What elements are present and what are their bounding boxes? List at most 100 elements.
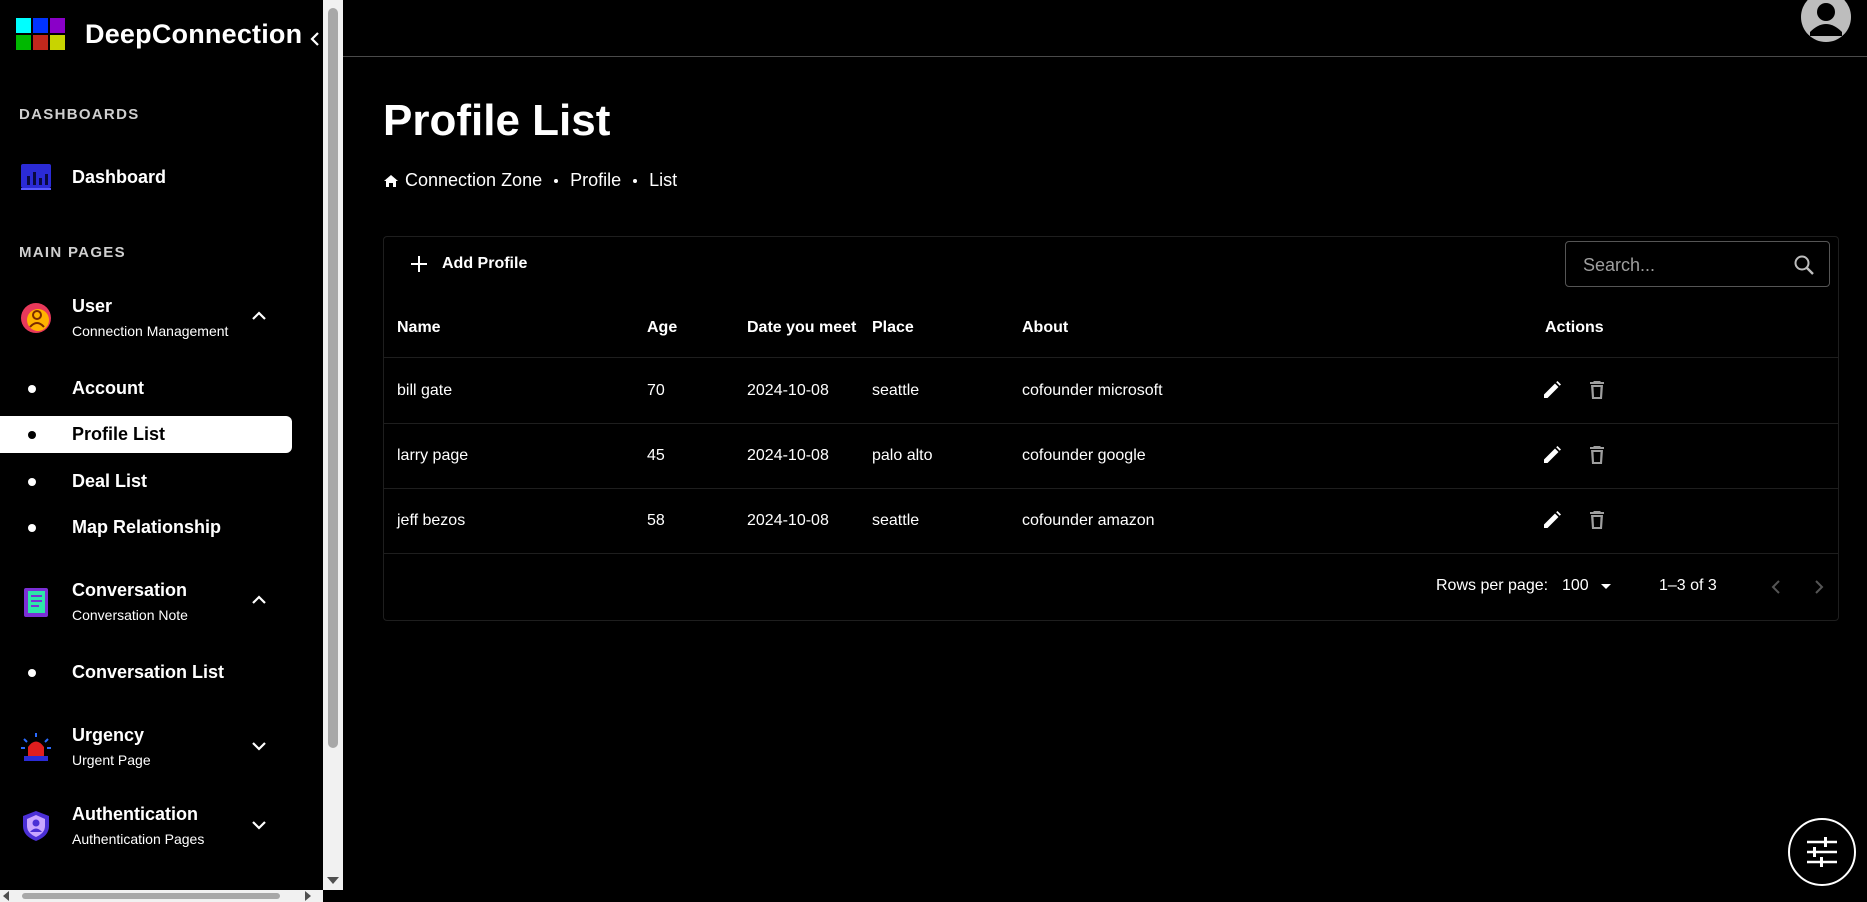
column-header-date[interactable]: Date you meet: [747, 299, 856, 357]
cell-place: palo alto: [872, 446, 933, 464]
edit-icon[interactable]: [1540, 378, 1564, 402]
sidebar-group-title: Urgency: [72, 725, 145, 745]
bullet-icon: [28, 384, 36, 393]
caret-down-icon: [1600, 584, 1611, 589]
chevron-up-icon[interactable]: [250, 591, 268, 609]
cell-about: cofounder amazon: [1022, 511, 1155, 529]
notebook-icon: [24, 587, 48, 617]
column-header-place[interactable]: Place: [872, 299, 914, 357]
plus-icon: [411, 256, 427, 272]
cell-age: 70: [647, 381, 665, 399]
sidebar-group-authentication[interactable]: Authentication Authentication Pages: [19, 804, 204, 847]
chevron-up-icon[interactable]: [250, 307, 268, 325]
scroll-right-arrow-icon[interactable]: [305, 891, 311, 901]
top-bar: [343, 0, 1867, 57]
breadcrumb-separator: [554, 178, 559, 183]
edit-icon[interactable]: [1540, 508, 1564, 532]
bullet-icon: [28, 430, 36, 439]
logo-icon: [16, 18, 65, 50]
sidebar-group-urgency[interactable]: Urgency Urgent Page: [19, 725, 151, 768]
delete-icon[interactable]: [1585, 508, 1609, 532]
search-field[interactable]: [1565, 241, 1830, 287]
add-profile-button[interactable]: Add Profile: [410, 255, 527, 273]
cell-age: 58: [647, 511, 665, 529]
breadcrumb-item[interactable]: Connection Zone: [405, 170, 542, 191]
sidebar-vertical-scrollbar[interactable]: [323, 0, 343, 890]
sidebar-item-conversation-list[interactable]: Conversation List: [0, 654, 292, 691]
sidebar-group-title: User: [72, 296, 113, 316]
pagination-range: 1–3 of 3: [1659, 577, 1717, 594]
add-profile-label: Add Profile: [442, 255, 528, 272]
chevron-down-icon[interactable]: [250, 816, 268, 834]
siren-icon: [21, 732, 51, 761]
table-row: bill gate 70 2024-10-08 seattle cofounde…: [384, 358, 1838, 424]
sidebar-item-map-relationship[interactable]: Map Relationship: [0, 509, 292, 546]
bullet-icon: [28, 668, 36, 677]
scroll-down-arrow-icon[interactable]: [327, 877, 339, 884]
sidebar-item-profile-list[interactable]: Profile List: [0, 416, 292, 453]
home-icon[interactable]: [383, 173, 399, 189]
section-dashboards: DASHBOARDS: [19, 106, 140, 123]
page-title: Profile List: [383, 96, 611, 145]
bullet-icon: [28, 523, 36, 532]
table-row: jeff bezos 58 2024-10-08 seattle cofound…: [384, 488, 1838, 554]
tune-icon: [1807, 837, 1837, 867]
column-header-actions: Actions: [1545, 319, 1604, 336]
previous-page-icon[interactable]: [1765, 576, 1787, 598]
table-header: Name Age Date you meet Place About Actio…: [384, 299, 1838, 358]
sidebar-item-account[interactable]: Account: [0, 370, 292, 407]
sidebar-item-label: Account: [72, 378, 144, 398]
sidebar-item-label: Deal List: [72, 471, 148, 491]
sidebar-group-subtitle: Urgent Page: [72, 752, 151, 768]
delete-icon[interactable]: [1585, 378, 1609, 402]
cell-name: jeff bezos: [397, 511, 466, 529]
rows-per-page-value: 100: [1562, 577, 1589, 594]
edit-icon[interactable]: [1540, 443, 1564, 467]
cell-date: 2024-10-08: [747, 446, 829, 464]
sidebar-group-user[interactable]: User Connection Management: [19, 296, 228, 339]
sidebar-group-conversation[interactable]: Conversation Conversation Note: [19, 580, 188, 623]
sidebar-item-dashboard[interactable]: Dashboard: [19, 160, 166, 194]
user-icon: [21, 302, 51, 333]
search-input[interactable]: [1581, 254, 1785, 277]
column-header-age[interactable]: Age: [647, 299, 677, 357]
sidebar-horizontal-scrollbar[interactable]: [0, 890, 323, 902]
rows-per-page-select[interactable]: 100: [1562, 577, 1613, 595]
breadcrumb-item: List: [649, 170, 678, 190]
cell-place: seattle: [872, 511, 920, 529]
rows-per-page-label: Rows per page:: [1436, 577, 1549, 594]
profile-table-card: Add Profile Name Age Date you meet Place…: [383, 236, 1839, 621]
sidebar-item-label: Map Relationship: [72, 517, 222, 537]
sidebar: DeepConnection DASHBOARDS Dashboard MAIN…: [0, 0, 323, 902]
scroll-left-arrow-icon[interactable]: [3, 891, 9, 901]
next-page-icon[interactable]: [1808, 576, 1830, 598]
delete-icon[interactable]: [1585, 443, 1609, 467]
chevron-down-icon[interactable]: [250, 737, 268, 755]
column-header-name[interactable]: Name: [397, 299, 441, 357]
brand-name: DeepConnection: [85, 18, 303, 49]
sidebar-group-subtitle: Conversation Note: [72, 607, 188, 623]
sidebar-group-subtitle: Connection Management: [72, 323, 229, 339]
breadcrumb: Connection Zone Profile List: [383, 170, 677, 191]
column-header-about[interactable]: About: [1022, 299, 1068, 357]
table-row: larry page 45 2024-10-08 palo alto cofou…: [384, 423, 1838, 489]
search-icon[interactable]: [1793, 254, 1815, 276]
sidebar-item-label: Dashboard: [72, 166, 167, 187]
sidebar-item-deal-list[interactable]: Deal List: [0, 463, 292, 500]
brand[interactable]: DeepConnection: [16, 18, 302, 50]
breadcrumb-separator: [633, 178, 638, 183]
scrollbar-thumb[interactable]: [328, 8, 338, 748]
chart-icon: [21, 164, 51, 190]
scrollbar-thumb[interactable]: [22, 893, 280, 899]
sidebar-group-subtitle: Authentication Pages: [72, 831, 205, 847]
sidebar-item-label: Profile List: [72, 424, 166, 444]
shield-icon: [23, 810, 49, 841]
breadcrumb-item[interactable]: Profile: [570, 170, 621, 191]
cell-date: 2024-10-08: [747, 511, 829, 529]
sidebar-group-title: Authentication: [72, 804, 198, 824]
settings-button[interactable]: [1788, 818, 1856, 886]
cell-date: 2024-10-08: [747, 381, 829, 399]
collapse-sidebar-icon[interactable]: [308, 28, 322, 50]
bullet-icon: [28, 477, 36, 486]
avatar[interactable]: [1801, 0, 1851, 42]
